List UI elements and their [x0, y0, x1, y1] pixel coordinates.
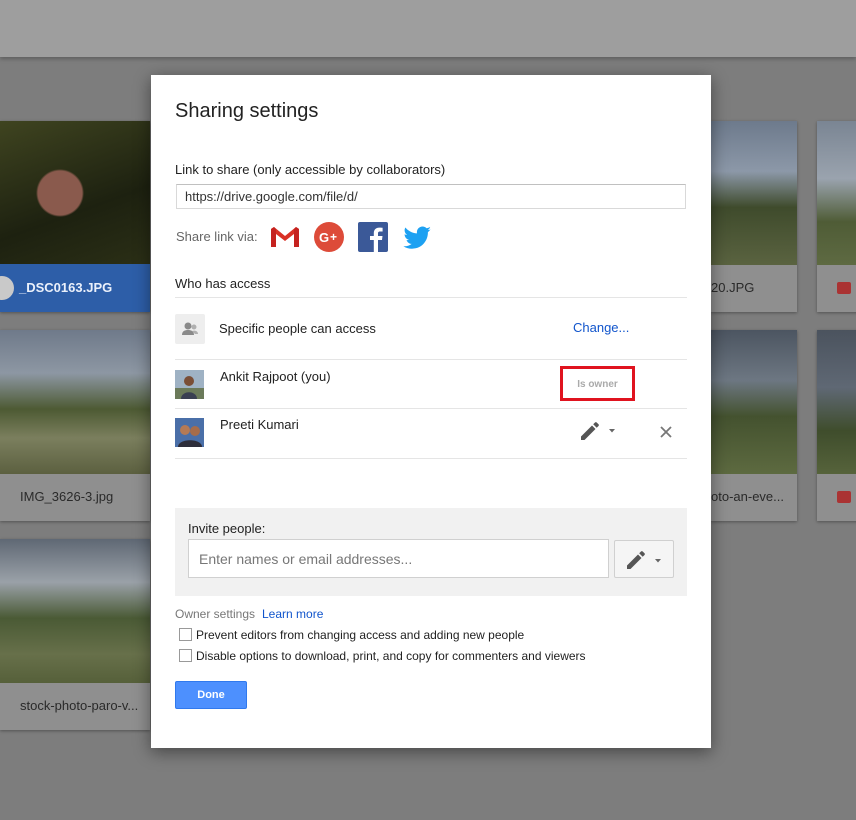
disable-download-label: Disable options to download, print, and … [196, 649, 586, 663]
file-thumbnail [0, 539, 150, 683]
disable-download-checkbox[interactable] [179, 649, 192, 662]
link-to-share-label: Link to share (only accessible by collab… [175, 162, 446, 177]
dialog-title: Sharing settings [175, 100, 319, 122]
share-link-field[interactable]: https://drive.google.com/file/d/ [176, 184, 686, 209]
invite-panel: Invite people: [175, 508, 687, 596]
file-name: _DSC0163.JPG [19, 280, 113, 295]
avatar [175, 418, 204, 447]
file-thumbnail [711, 330, 797, 474]
file-thumbnail [817, 330, 856, 474]
file-card[interactable]: stock-photo-paro-v... [0, 539, 150, 730]
file-name: stock-photo-paro-v... [20, 698, 139, 713]
file-thumbnail [0, 330, 150, 474]
image-type-icon [837, 491, 851, 503]
google-plus-icon[interactable]: G + [313, 221, 345, 253]
file-card[interactable]: _DSC0163.JPG [0, 121, 150, 312]
change-access-link[interactable]: Change... [573, 320, 629, 335]
invite-people-label: Invite people: [188, 521, 266, 536]
invite-input[interactable] [188, 539, 609, 578]
owner-role-label: Is owner [560, 366, 635, 401]
who-has-access-label: Who has access [175, 276, 271, 291]
image-type-icon [837, 282, 851, 294]
prevent-editors-label: Prevent editors from changing access and… [196, 628, 525, 642]
learn-more-link[interactable]: Learn more [262, 607, 323, 621]
owner-settings-label: Owner settings [175, 607, 256, 621]
file-card[interactable] [817, 330, 856, 521]
app-header [0, 0, 856, 57]
invite-permission-dropdown[interactable] [614, 540, 674, 578]
pencil-icon [627, 551, 661, 569]
person-name: Preeti Kumari [220, 417, 299, 432]
file-card[interactable]: oto-an-eve... [711, 330, 797, 521]
svg-text:+: + [330, 230, 337, 244]
divider [175, 359, 687, 360]
person-name: Ankit Rajpoot (you) [220, 369, 331, 384]
people-icon [175, 314, 205, 344]
facebook-icon[interactable] [357, 221, 389, 253]
file-card[interactable]: 20.JPG [711, 121, 797, 312]
divider [175, 408, 687, 409]
file-thumbnail [0, 121, 150, 265]
file-name: IMG_3626-3.jpg [20, 489, 114, 504]
twitter-icon[interactable] [401, 221, 433, 253]
divider [175, 297, 687, 298]
pencil-icon [581, 422, 615, 440]
edit-permission-dropdown[interactable] [579, 420, 621, 444]
close-icon [660, 426, 672, 438]
file-type-icon [0, 276, 14, 300]
avatar [175, 370, 204, 399]
file-card[interactable] [817, 121, 856, 312]
gmail-icon[interactable] [269, 221, 301, 253]
divider [175, 458, 687, 459]
done-button[interactable]: Done [175, 681, 247, 709]
share-link-via-label: Share link via: [176, 229, 258, 244]
svg-text:G: G [319, 230, 329, 245]
file-name: oto-an-eve... [711, 489, 784, 504]
access-level-label: Specific people can access [219, 321, 376, 336]
file-thumbnail [817, 121, 856, 265]
prevent-editors-checkbox[interactable] [179, 628, 192, 641]
file-thumbnail [711, 121, 797, 265]
remove-person-button[interactable] [659, 425, 673, 439]
file-card[interactable]: IMG_3626-3.jpg [0, 330, 150, 521]
file-name: 20.JPG [711, 280, 755, 295]
sharing-settings-dialog: Sharing settings Link to share (only acc… [151, 75, 711, 748]
